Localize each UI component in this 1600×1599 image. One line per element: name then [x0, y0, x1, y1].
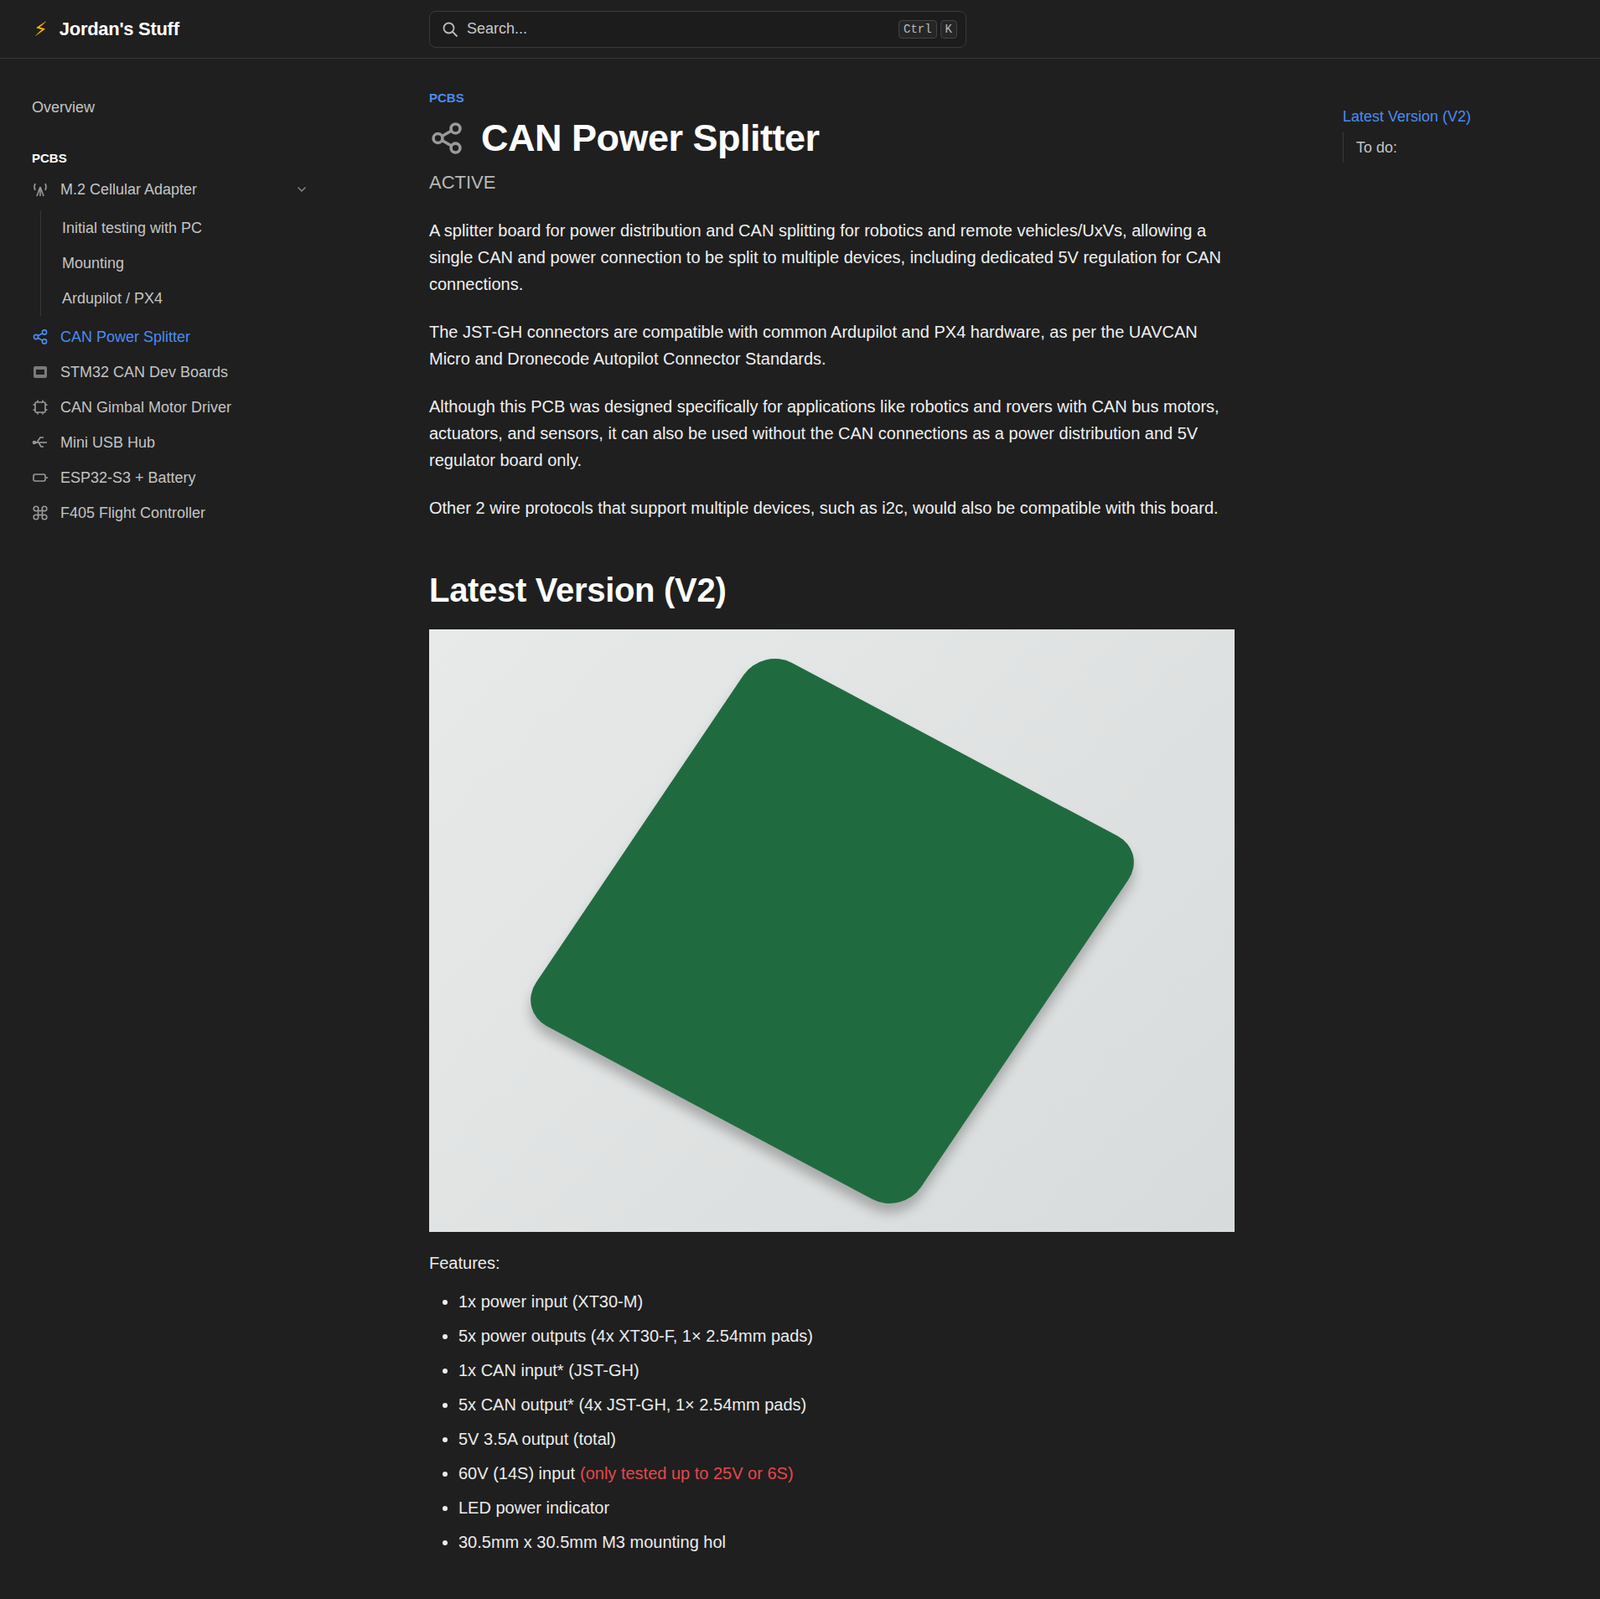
sidebar-group: STM32 CAN Dev Boards: [31, 354, 430, 390]
sidebar-item[interactable]: F405 Flight Controller: [31, 495, 309, 531]
paragraph: The JST-GH connectors are compatible wit…: [429, 318, 1235, 373]
table-of-contents: Latest Version (V2)To do:: [1234, 58, 1600, 1560]
feature-text: 1x power input (XT30-M): [458, 1292, 643, 1311]
feature-list: 1x power input (XT30-M) 5x power outputs …: [429, 1284, 1235, 1560]
pcb-icon: [31, 328, 49, 346]
paragraph: Other 2 wire protocols that support mult…: [429, 494, 1235, 522]
pcb-icon: [31, 469, 49, 487]
pcb-icon: [31, 504, 49, 522]
shortcut-key: K: [940, 20, 958, 39]
feature-text: 5x power outputs (4x XT30-F, 1× 2.54mm p…: [458, 1326, 813, 1346]
pcb-icon: [31, 181, 49, 198]
paragraph: Although this PCB was designed specifica…: [429, 393, 1235, 474]
sidebar-group: CAN Power Splitter: [31, 319, 430, 355]
pcb-icon: [31, 398, 49, 416]
overview-link[interactable]: Overview: [31, 98, 430, 120]
feature-text: LED power indicator: [458, 1498, 610, 1518]
bolt-icon: ⚡: [33, 17, 48, 42]
sidebar-item-label: CAN Power Splitter: [60, 328, 309, 347]
sidebar-item[interactable]: ESP32-S3 + Battery: [31, 460, 309, 496]
article: PCBS CAN Power Splitter ACTIVE A splitter b…: [429, 58, 1235, 1560]
feature-item: 5x power outputs (4x XT30-F, 1× 2.54mm p…: [458, 1319, 1235, 1354]
magnifier-icon: [441, 20, 459, 38]
pcb-board: [517, 647, 1148, 1216]
site-logo[interactable]: ⚡ Jordan's Stuff: [0, 17, 430, 42]
sidebar-subitem[interactable]: Ardupilot / PX4: [62, 280, 430, 316]
feature-text: 5x CAN output* (4x JST-GH, 1× 2.54mm pad…: [458, 1395, 807, 1414]
sidebar-item-label: ESP32-S3 + Battery: [60, 469, 309, 487]
sidebar-item-label: M.2 Cellular Adapter: [60, 181, 284, 199]
feature-item: 60V (14S) input(only tested up to 25V or…: [458, 1456, 1235, 1492]
feature-text: 30.5mm x 30.5mm M3 mounting hol: [458, 1532, 726, 1552]
site-title: Jordan's Stuff: [59, 18, 180, 41]
sidebar-group: Mini USB Hub: [31, 424, 430, 461]
shortcut-key: Ctrl: [898, 20, 938, 39]
feature-item: 1x power input (XT30-M): [458, 1284, 1235, 1320]
feature-item: 5x CAN output* (4x JST-GH, 1× 2.54mm pad…: [458, 1387, 1235, 1423]
feature-note: (only tested up to 25V or 6S): [579, 1464, 794, 1483]
share-icon: [429, 120, 465, 156]
page-title: CAN Power Splitter: [429, 116, 1235, 161]
sidebar-group: F405 Flight Controller: [31, 495, 430, 531]
pcb-icon: [31, 434, 49, 451]
features-label: Features:: [429, 1253, 1235, 1274]
chevron-icon[interactable]: [295, 182, 309, 197]
sidebar-subitem[interactable]: Mounting: [62, 245, 430, 281]
sidebar-item-label: F405 Flight Controller: [60, 504, 309, 523]
product-photo: [429, 629, 1235, 1233]
search-placeholder: Search...: [466, 20, 891, 38]
sidebar-group: M.2 Cellular Adapter Initial testing with…: [31, 171, 430, 320]
toc-item[interactable]: Latest Version (V2): [1342, 103, 1600, 130]
sidebar-item[interactable]: CAN Power Splitter: [31, 319, 309, 355]
sidebar-subitems: Initial testing with PCMountingArdupilot…: [40, 210, 430, 316]
page-title-text: CAN Power Splitter: [481, 116, 820, 161]
feature-text: 1x CAN input* (JST-GH): [458, 1361, 640, 1380]
sidebar-item[interactable]: Mini USB Hub: [31, 424, 309, 461]
sidebar-item-label: CAN Gimbal Motor Driver: [60, 398, 309, 417]
sidebar-subitem[interactable]: Initial testing with PC: [62, 210, 430, 246]
feature-item: LED power indicator: [458, 1491, 1235, 1526]
sidebar-item[interactable]: M.2 Cellular Adapter: [31, 171, 309, 208]
category-label: PCBS: [429, 90, 1235, 105]
section-label: PCBS: [31, 150, 430, 166]
paragraph: A splitter board for power distribution …: [429, 217, 1235, 298]
page: ⚡Jordan's StuffSearch...CtrlKOverviewPCB…: [0, 0, 1600, 1599]
status-label: ACTIVE: [429, 171, 1235, 194]
sidebar-item-label: Mini USB Hub: [60, 434, 309, 452]
sidebar: Overview PCBS M.2 Cellular Adapter Initial …: [0, 58, 430, 1560]
sidebar-group: ESP32-S3 + Battery: [31, 460, 430, 496]
section-heading: Latest Version (V2): [429, 571, 1235, 610]
top-bar: ⚡ Jordan's Stuff Search... CtrlK: [0, 0, 1600, 59]
sidebar-item-label: STM32 CAN Dev Boards: [60, 363, 309, 382]
feature-text: 5V 3.5A output (total): [458, 1429, 617, 1449]
feature-text: 60V (14S) input: [458, 1464, 575, 1483]
feature-item: 1x CAN input* (JST-GH): [458, 1353, 1235, 1388]
shortcut-keys: CtrlK: [898, 20, 958, 39]
sidebar-group: CAN Gimbal Motor Driver: [31, 389, 430, 425]
toc-item[interactable]: To do:: [1342, 132, 1600, 163]
sidebar-item[interactable]: STM32 CAN Dev Boards: [31, 354, 309, 390]
pcb-icon: [31, 363, 49, 381]
feature-item: 5V 3.5A output (total): [458, 1422, 1235, 1457]
search-field[interactable]: Search... CtrlK: [429, 10, 967, 48]
feature-item: 30.5mm x 30.5mm M3 mounting hol: [458, 1525, 1235, 1560]
sidebar-item[interactable]: CAN Gimbal Motor Driver: [31, 389, 309, 425]
